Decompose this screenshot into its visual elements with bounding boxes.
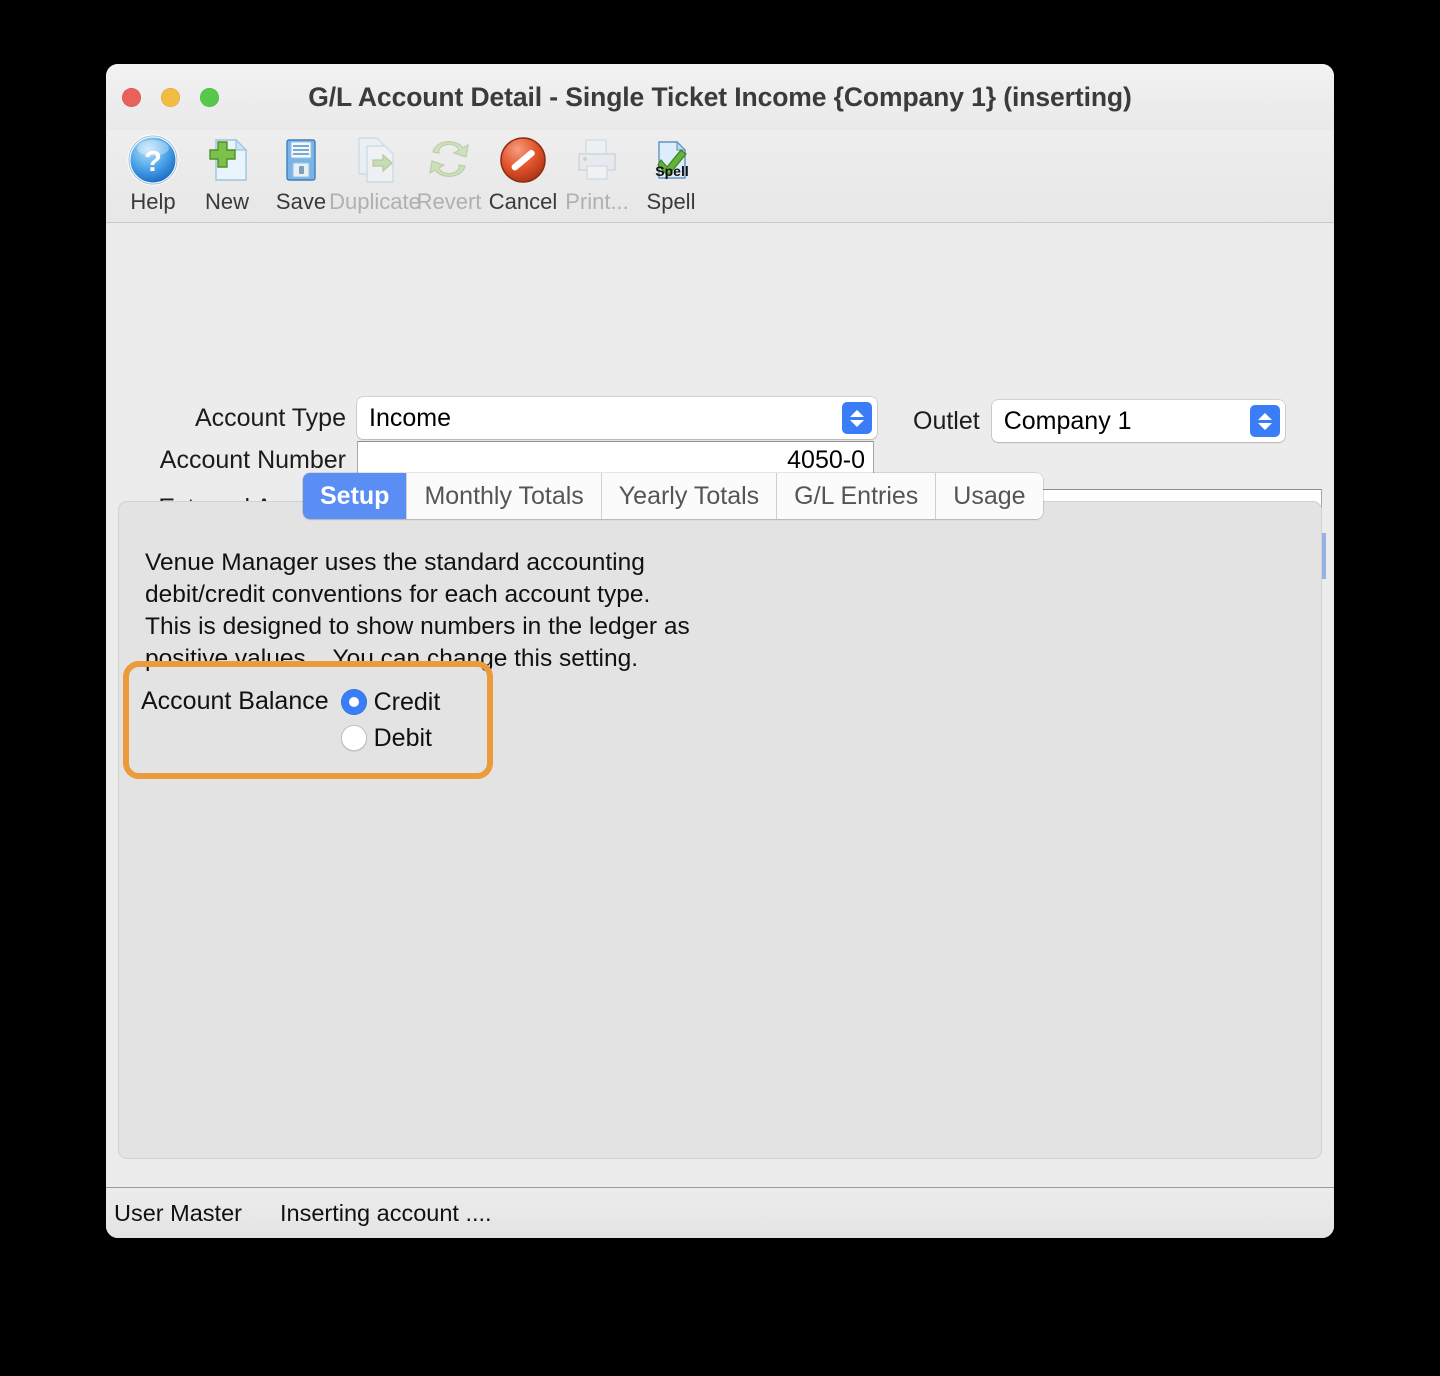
svg-text:Spell: Spell — [655, 163, 688, 179]
toolbar-button-save[interactable]: Save — [264, 130, 338, 215]
save-icon — [273, 132, 329, 188]
tab-usage-label: Usage — [953, 481, 1026, 510]
radio-option-debit[interactable]: Debit — [340, 720, 441, 756]
status-bar-message: Inserting account .... — [279, 1199, 492, 1226]
account-balance-group: Account Balance Credit Debit — [141, 684, 440, 756]
toolbar-button-help[interactable]: ? Help — [116, 130, 190, 215]
tab-setup[interactable]: Setup — [303, 473, 408, 519]
outlet-value: Company 1 — [1003, 406, 1132, 435]
account-type-value: Income — [369, 403, 451, 432]
tab-yearly-totals[interactable]: Yearly Totals — [601, 473, 778, 519]
toolbar-button-revert[interactable]: Revert — [412, 130, 486, 215]
status-bar-user: User Master — [114, 1199, 242, 1226]
toolbar-button-spell[interactable]: Spell Spell — [634, 130, 708, 215]
tab-gl-entries[interactable]: G/L Entries — [777, 473, 937, 519]
toolbar-label-cancel: Cancel — [488, 189, 558, 214]
tab-usage[interactable]: Usage — [936, 473, 1043, 519]
field-row-account-type: Account Type Income — [166, 397, 877, 439]
account-number-value: 4050-0 — [787, 445, 865, 474]
toolbar-button-new[interactable]: New — [190, 130, 264, 215]
account-number-label: Account Number — [159, 445, 346, 474]
tab-setup-label: Setup — [320, 481, 390, 510]
radio-option-credit[interactable]: Credit — [340, 684, 441, 720]
toolbar-label-print: Print... — [565, 189, 629, 214]
tab-monthly-totals-label: Monthly Totals — [424, 481, 584, 510]
account-balance-label: Account Balance — [141, 687, 329, 715]
spell-icon: Spell — [643, 132, 699, 188]
toolbar-button-cancel[interactable]: Cancel — [486, 130, 560, 215]
new-icon — [199, 132, 255, 188]
cancel-icon — [495, 132, 551, 188]
tab-monthly-totals[interactable]: Monthly Totals — [407, 473, 602, 519]
debit-radio[interactable] — [340, 725, 367, 751]
svg-text:?: ? — [144, 146, 162, 178]
chevron-updown-icon[interactable] — [1249, 405, 1280, 437]
toolbar-label-spell: Spell — [646, 189, 696, 214]
revert-icon — [421, 132, 477, 188]
toolbar-label-save: Save — [275, 189, 327, 214]
credit-radio[interactable] — [340, 689, 367, 715]
outlet-select[interactable]: Company 1 — [991, 400, 1285, 442]
window-title: G/L Account Detail - Single Ticket Incom… — [308, 82, 1132, 112]
debit-radio-label: Debit — [373, 723, 432, 752]
toolbar-button-print[interactable]: Print... — [560, 130, 634, 215]
account-type-select[interactable]: Income — [357, 397, 877, 439]
outlet-label: Outlet — [913, 406, 980, 435]
title-bar: G/L Account Detail - Single Ticket Incom… — [106, 64, 1334, 130]
setup-blurb: Venue Manager uses the standard accounti… — [145, 549, 690, 672]
tab-gl-entries-label: G/L Entries — [794, 481, 919, 510]
toolbar-label-new: New — [204, 189, 249, 214]
toolbar-label-revert: Revert — [416, 189, 482, 214]
toolbar-label-help: Help — [130, 189, 176, 214]
credit-radio-label: Credit — [373, 687, 441, 716]
account-balance-options: Credit Debit — [340, 684, 441, 756]
form-area: Account Type Income Outlet Company 1 Acc… — [106, 223, 1334, 611]
account-type-label: Account Type — [194, 403, 346, 432]
print-icon — [569, 132, 625, 188]
toolbar-label-duplicate: Duplicate — [329, 189, 421, 214]
help-icon: ? — [125, 132, 181, 188]
duplicate-icon — [347, 132, 403, 188]
chevron-updown-icon[interactable] — [842, 402, 872, 434]
status-bar: User Master Inserting account .... — [106, 1187, 1334, 1238]
field-row-outlet: Outlet Company 1 — [913, 400, 1285, 442]
tab-bar: Setup Monthly Totals Yearly Totals G/L E… — [303, 473, 1043, 519]
account-detail-window: G/L Account Detail - Single Ticket Incom… — [106, 64, 1334, 1238]
setup-panel: Venue Manager uses the standard accounti… — [118, 501, 1322, 1159]
toolbar-button-duplicate[interactable]: Duplicate — [329, 130, 421, 215]
tab-yearly-totals-label: Yearly Totals — [618, 481, 760, 510]
toolbar: ? Help New Save Duplicate Revert Cancel … — [106, 130, 1334, 223]
